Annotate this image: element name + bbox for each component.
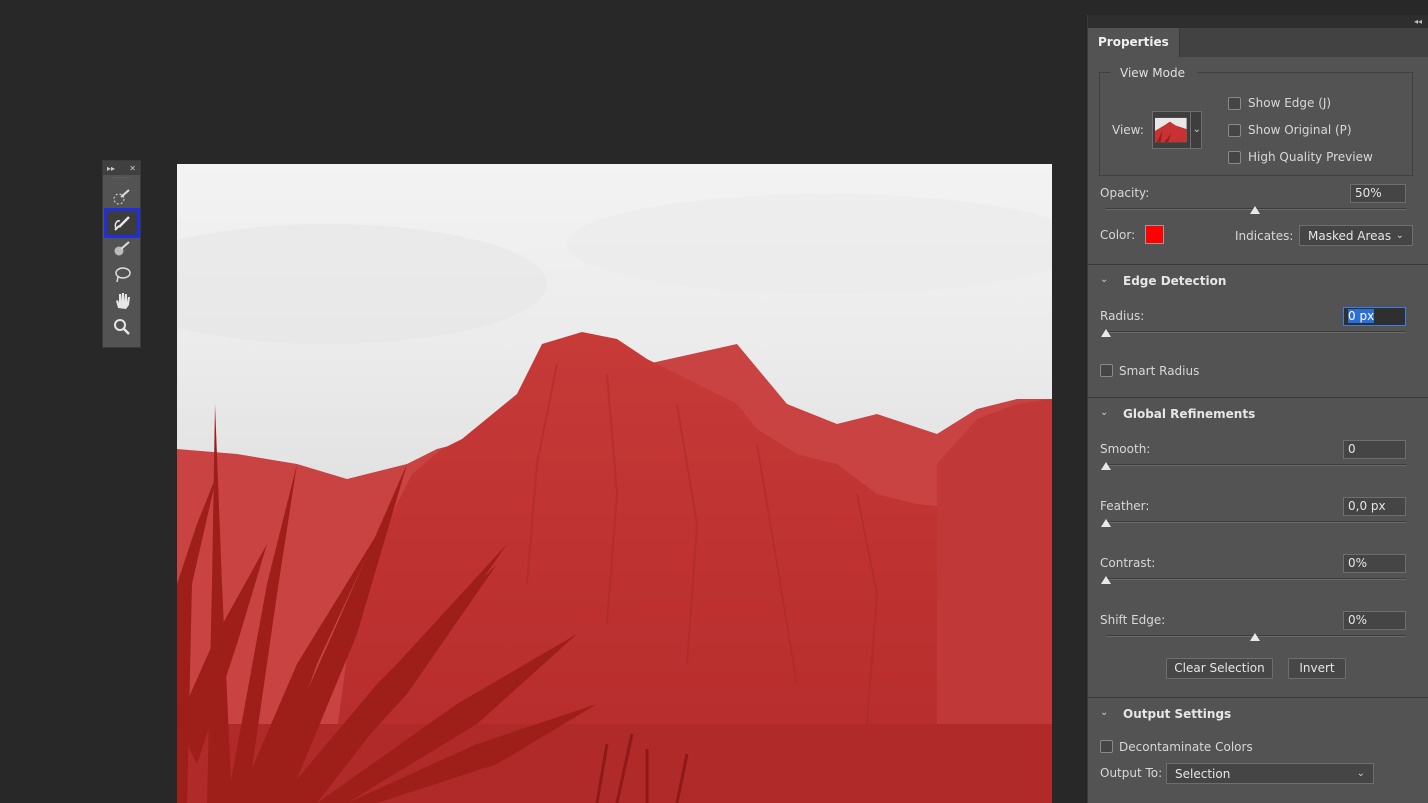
view-mode-legend: View Mode [1110, 66, 1197, 80]
contrast-label: Contrast: [1100, 556, 1156, 570]
divider [1088, 697, 1428, 698]
radius-slider-thumb[interactable] [1101, 329, 1111, 337]
invert-button[interactable]: Invert [1288, 658, 1346, 679]
view-thumbnail [1155, 117, 1187, 143]
clear-selection-button[interactable]: Clear Selection [1166, 658, 1273, 679]
feather-slider[interactable] [1106, 521, 1406, 523]
hand-icon [115, 293, 130, 309]
brush-icon [114, 241, 130, 256]
chevron-down-icon[interactable]: ⌄ [1100, 407, 1108, 418]
output-to-dropdown[interactable]: Selection ⌄ [1166, 763, 1374, 784]
indicates-label: Indicates: [1235, 229, 1294, 243]
show-edge-checkbox[interactable] [1228, 97, 1241, 110]
chevron-down-icon[interactable]: ⌄ [1100, 707, 1108, 718]
show-original-label: Show Original (P) [1248, 123, 1352, 137]
radius-field[interactable]: 0 px [1343, 307, 1406, 326]
collapse-icon[interactable]: ▸▸ [107, 164, 115, 173]
show-edge-label: Show Edge (J) [1248, 96, 1332, 110]
tab-properties[interactable]: Properties [1088, 28, 1180, 57]
smooth-field[interactable]: 0 [1343, 440, 1406, 459]
smart-radius-checkbox[interactable] [1100, 364, 1113, 377]
quick-selection-tool[interactable] [107, 185, 137, 209]
view-mode-group: View Mode View: ⌄ Show Edge (J) Show Ori… [1099, 66, 1413, 176]
feather-label: Feather: [1100, 499, 1150, 513]
brush-tool[interactable] [107, 237, 137, 261]
zoom-tool[interactable] [107, 315, 137, 339]
color-label: Color: [1100, 228, 1136, 242]
shift-edge-field[interactable]: 0% [1343, 611, 1406, 630]
view-label: View: [1112, 123, 1144, 137]
canvas-image [177, 194, 1052, 803]
document-canvas[interactable] [177, 164, 1052, 803]
contrast-slider-thumb[interactable] [1101, 576, 1111, 584]
edge-detection-header[interactable]: Edge Detection [1123, 274, 1226, 288]
panel-top-strip: ◂◂ [1088, 15, 1428, 28]
lasso-icon [114, 267, 131, 283]
chevron-down-icon: ⌄ [1356, 768, 1365, 779]
chevron-down-icon[interactable]: ⌄ [1100, 274, 1108, 285]
quick-selection-icon [113, 189, 130, 205]
lasso-tool[interactable] [107, 263, 137, 287]
hand-tool[interactable] [107, 289, 137, 313]
output-to-value: Selection [1175, 766, 1231, 781]
smart-radius-label: Smart Radius [1119, 364, 1200, 378]
contrast-field[interactable]: 0% [1343, 554, 1406, 573]
collapse-panel-icon[interactable]: ◂◂ [1414, 17, 1422, 26]
feather-field[interactable]: 0,0 px [1343, 497, 1406, 516]
chevron-down-icon: ⌄ [1189, 112, 1201, 148]
view-mode-dropdown[interactable]: ⌄ [1152, 111, 1202, 149]
chevron-down-icon: ⌄ [1395, 230, 1404, 241]
close-icon[interactable]: ✕ [129, 164, 136, 173]
shift-edge-label: Shift Edge: [1100, 613, 1166, 627]
indicates-dropdown[interactable]: Masked Areas ⌄ [1299, 225, 1413, 246]
feather-slider-thumb[interactable] [1101, 519, 1111, 527]
properties-panel: ◂◂ Properties View Mode View: ⌄ Show Edg… [1087, 15, 1428, 803]
contrast-slider[interactable] [1106, 578, 1406, 580]
divider [1088, 264, 1428, 265]
high-quality-preview-checkbox[interactable] [1228, 151, 1241, 164]
palette-header: ▸▸ ✕ [103, 161, 140, 175]
refine-edge-brush-icon [113, 216, 130, 231]
global-refinements-header[interactable]: Global Refinements [1123, 407, 1255, 421]
decontaminate-colors-label: Decontaminate Colors [1119, 740, 1253, 754]
radius-label: Radius: [1100, 309, 1145, 323]
divider [1088, 397, 1428, 398]
shift-edge-slider-thumb[interactable] [1250, 633, 1260, 641]
radius-slider[interactable] [1106, 331, 1406, 333]
panel-tabs: Properties [1088, 28, 1428, 57]
workspace: ▸▸ ✕ ◂◂ Properties View Mode View: ⌄ Sho… [0, 0, 1428, 803]
high-quality-preview-label: High Quality Preview [1248, 150, 1373, 164]
zoom-icon [113, 319, 130, 335]
decontaminate-colors-checkbox[interactable] [1100, 740, 1113, 753]
overlay-color-swatch[interactable] [1145, 225, 1164, 244]
radius-value: 0 px [1348, 309, 1375, 323]
smooth-label: Smooth: [1100, 442, 1151, 456]
opacity-label: Opacity: [1100, 186, 1150, 200]
smooth-slider[interactable] [1106, 464, 1406, 466]
output-to-label: Output To: [1100, 766, 1163, 780]
refine-edge-brush-tool[interactable] [103, 208, 140, 238]
indicates-value: Masked Areas [1308, 228, 1392, 243]
opacity-field[interactable]: 50% [1350, 184, 1406, 203]
smooth-slider-thumb[interactable] [1101, 462, 1111, 470]
refine-tools-palette: ▸▸ ✕ [102, 160, 141, 348]
show-original-checkbox[interactable] [1228, 124, 1241, 137]
palette-grip[interactable] [113, 177, 130, 183]
output-settings-header[interactable]: Output Settings [1123, 707, 1231, 721]
opacity-slider-thumb[interactable] [1250, 206, 1260, 214]
